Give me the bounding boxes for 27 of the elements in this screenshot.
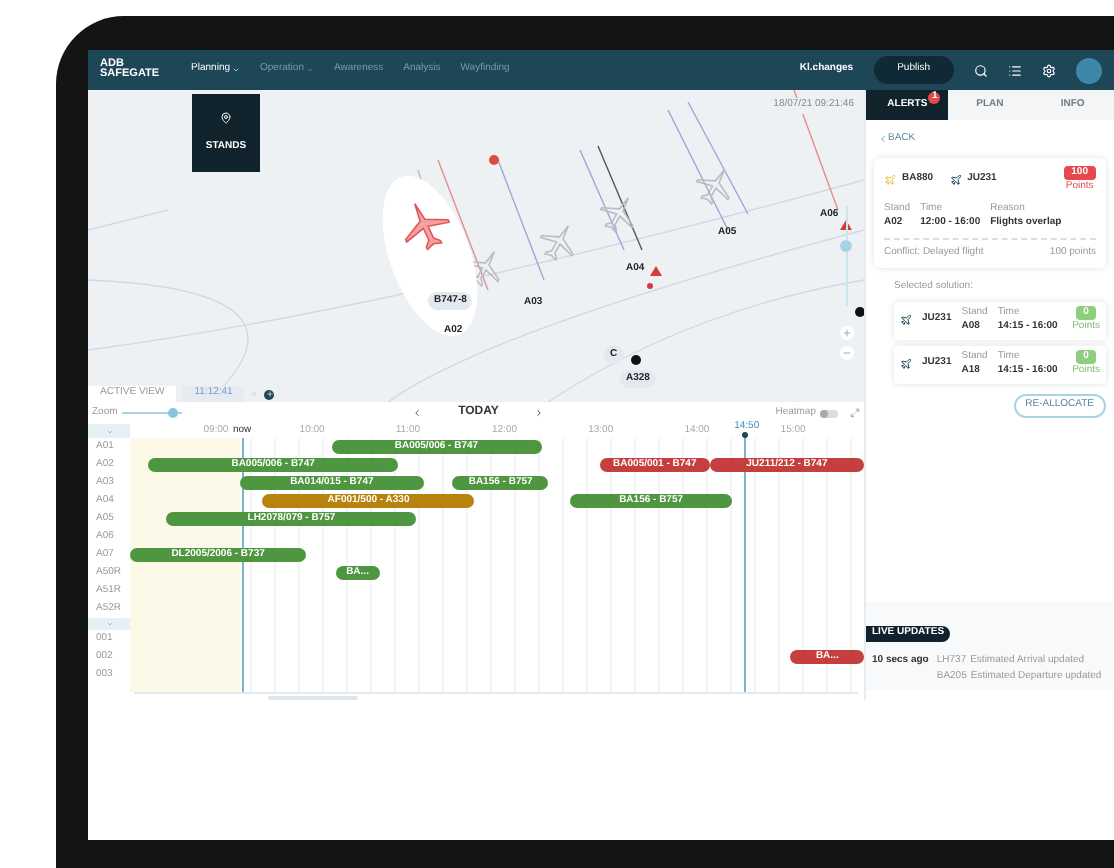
add-view-button[interactable] (264, 389, 275, 399)
map-zoom-thumb[interactable] (840, 240, 852, 252)
alert-dot-icon (489, 155, 499, 165)
highlighted-aircraft-icon (404, 203, 451, 251)
heatmap-toggle[interactable] (820, 409, 838, 417)
pin-icon (220, 111, 232, 124)
aircraft-icon (695, 168, 730, 206)
plane-icon (900, 358, 912, 370)
current-time-marker (742, 432, 749, 438)
aircraft-icon (599, 196, 634, 234)
expand-icon[interactable] (850, 408, 860, 418)
zoom-out-button[interactable] (840, 346, 854, 360)
zoom-in-button[interactable] (840, 326, 854, 340)
aircraft-icon (539, 224, 574, 262)
plane-icon (900, 314, 912, 326)
next-day-icon[interactable] (534, 408, 545, 418)
avatar[interactable] (1076, 57, 1102, 83)
back-icon[interactable] (878, 134, 888, 145)
aircraft-position-icon (631, 355, 641, 365)
location-icon (855, 307, 864, 317)
alert-dot-icon (647, 283, 653, 289)
warning-icon (650, 266, 662, 276)
previous-day-icon[interactable] (412, 408, 423, 418)
list-icon[interactable] (1008, 63, 1022, 77)
zoom-slider-thumb[interactable] (167, 408, 178, 418)
settings-icon[interactable] (1042, 63, 1056, 77)
search-icon[interactable] (974, 63, 988, 77)
